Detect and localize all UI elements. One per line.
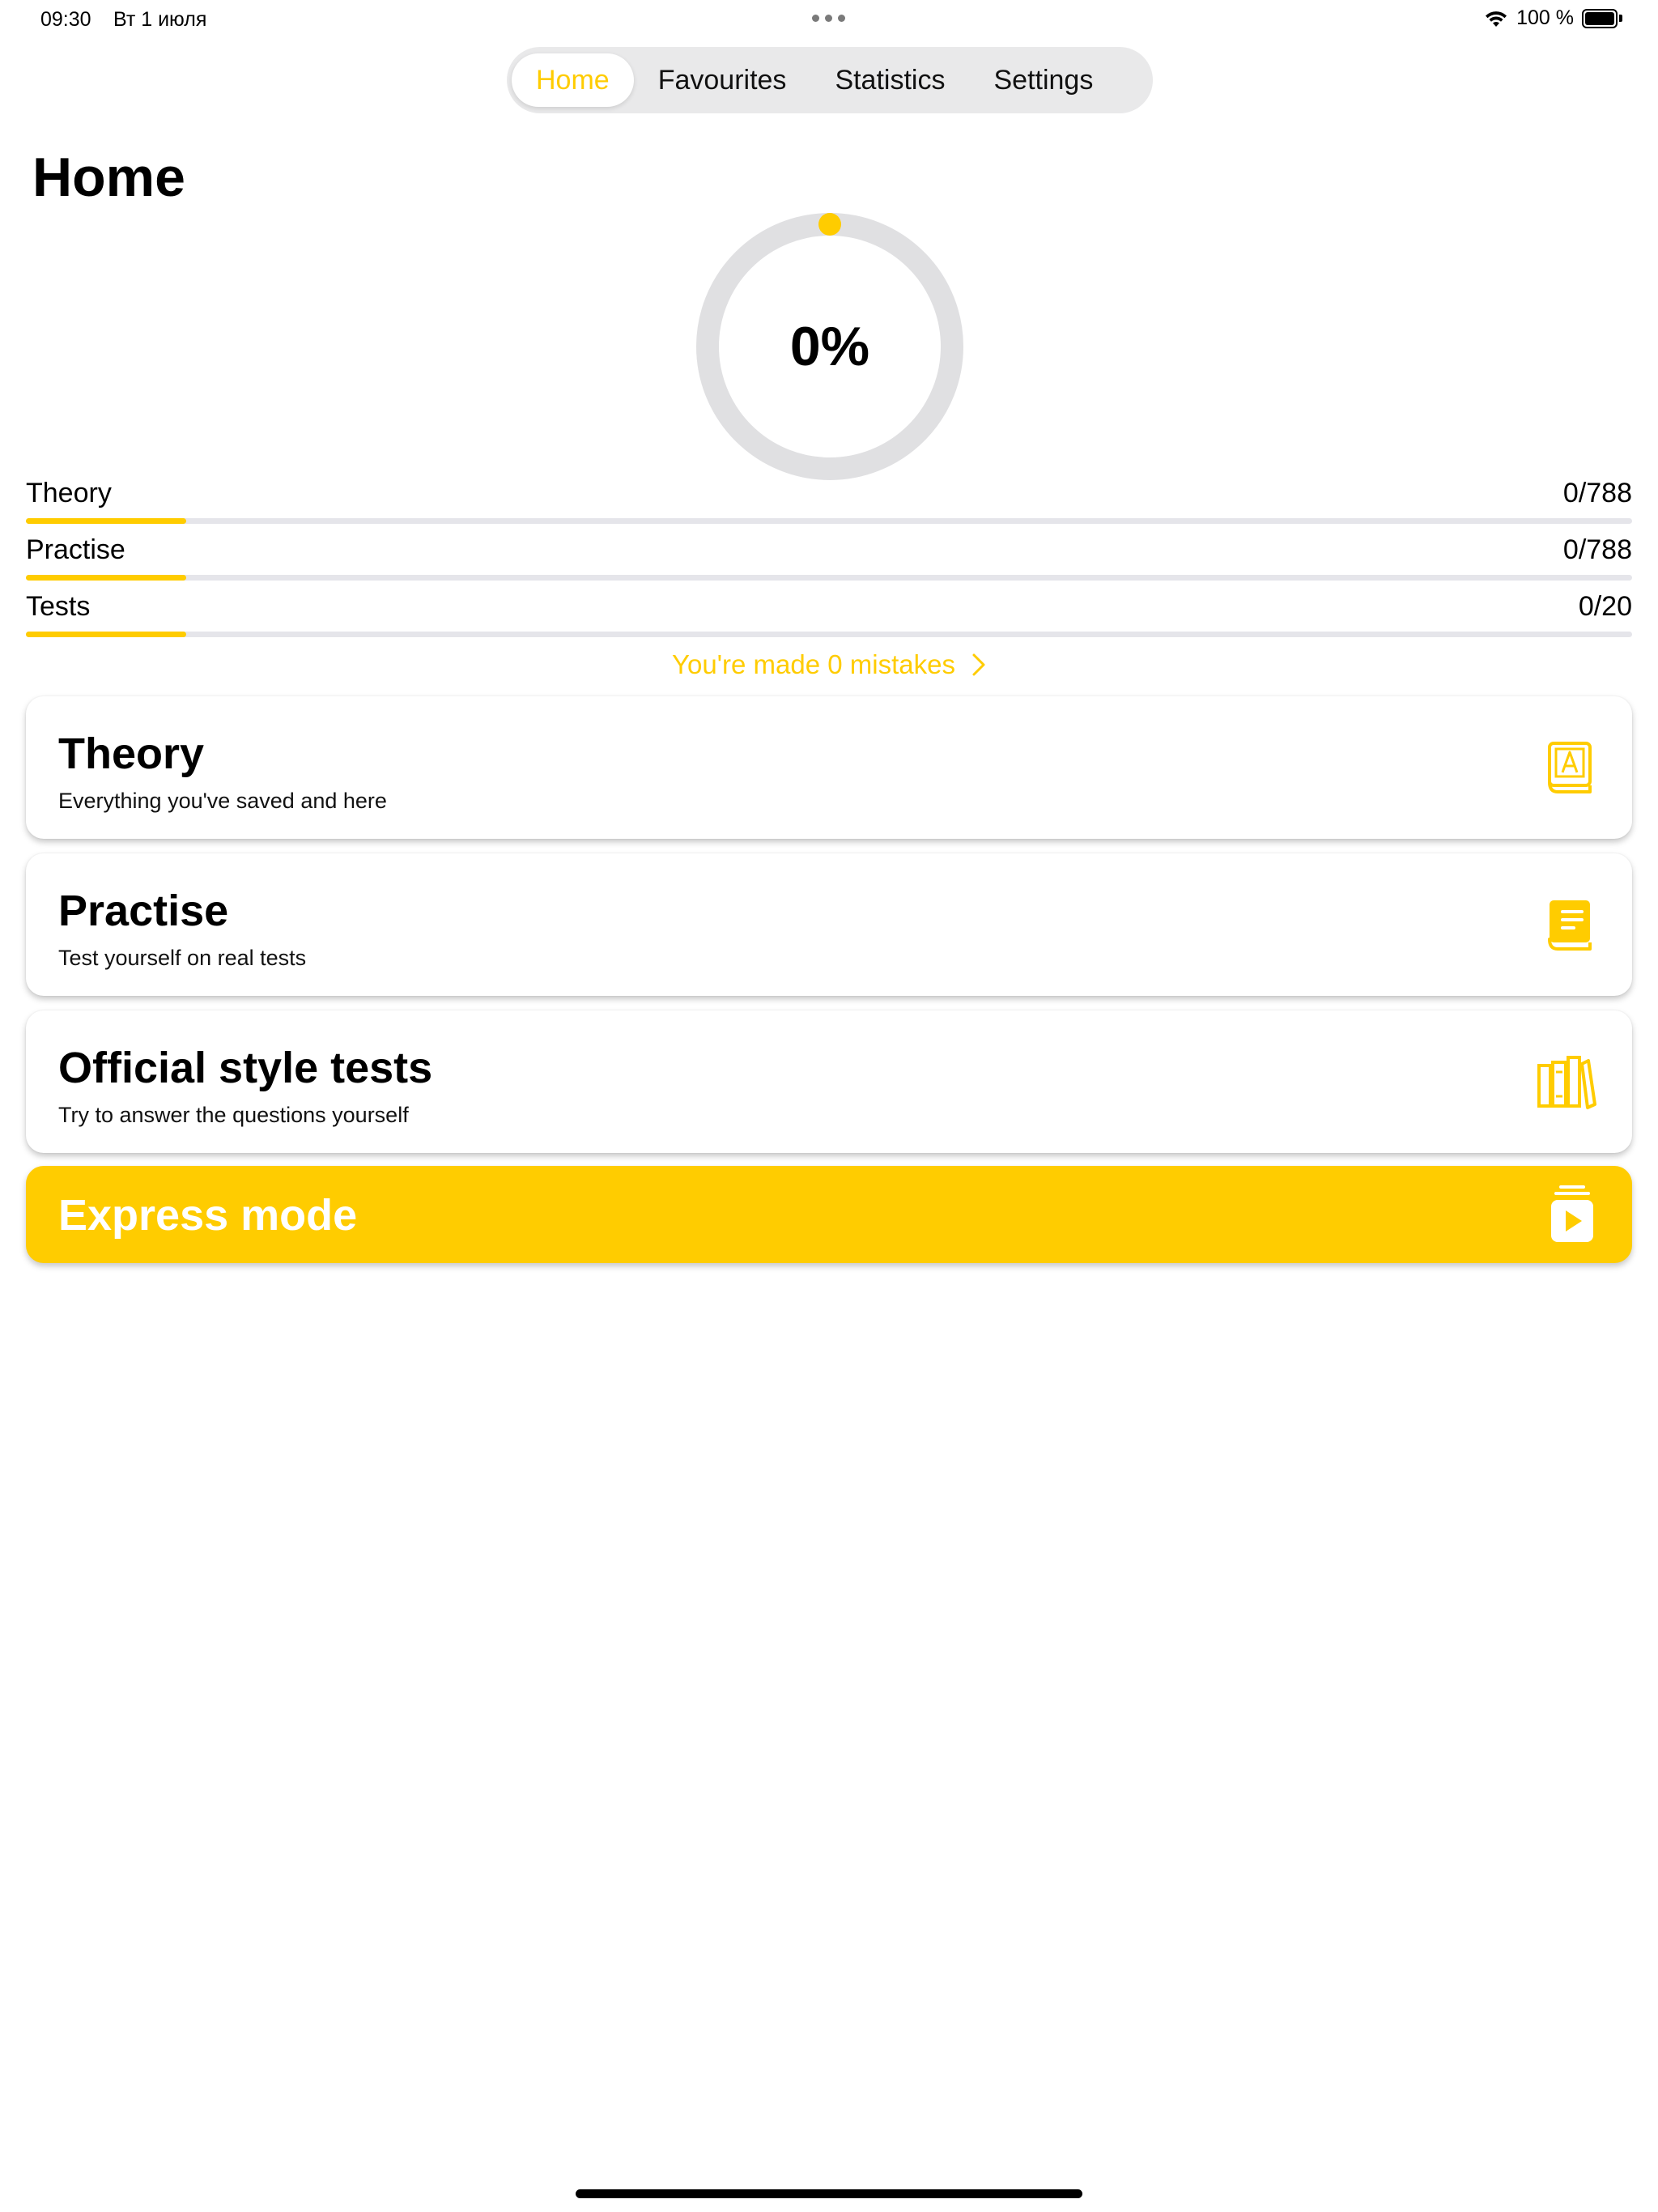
progress-label: Practise	[26, 534, 125, 565]
practise-card[interactable]: Practise Test yourself on real tests	[26, 853, 1632, 996]
tab-statistics[interactable]: Statistics	[810, 53, 969, 107]
card-title: Official style tests	[58, 1044, 433, 1092]
progress-track	[26, 575, 1632, 581]
progress-label: Theory	[26, 478, 112, 508]
tab-home[interactable]: Home	[512, 53, 634, 107]
progress-value: 0/788	[1562, 534, 1632, 565]
home-screen: 09:30 Вт 1 июля 100 % Home Favourites St…	[0, 0, 1658, 2212]
status-time: 09:30	[40, 8, 91, 31]
mistakes-link[interactable]: You're made 0 mistakes	[0, 644, 1658, 685]
express-title: Express mode	[58, 1191, 358, 1240]
progress-row-tests: Tests 0/20	[26, 591, 1632, 640]
status-date: Вт 1 июля	[113, 8, 207, 31]
progress-value: 0/788	[1562, 478, 1632, 508]
progress-row-theory: Theory 0/788	[26, 478, 1632, 526]
card-subtitle: Test yourself on real tests	[58, 946, 307, 970]
home-indicator[interactable]	[576, 2189, 1082, 2198]
card-subtitle: Everything you've saved and here	[58, 789, 387, 813]
books-shelf-icon	[1537, 1056, 1596, 1109]
status-bar: 09:30 Вт 1 июля 100 %	[0, 0, 1658, 40]
progress-value: 0/20	[1578, 591, 1632, 622]
status-indicators: 100 %	[1484, 6, 1622, 30]
overall-progress-label: 0%	[789, 316, 870, 377]
battery-icon	[1582, 8, 1622, 28]
progress-row-practise: Practise 0/788	[26, 534, 1632, 583]
multitasking-dots-icon[interactable]	[812, 15, 845, 22]
tab-favourites[interactable]: Favourites	[634, 53, 811, 107]
wifi-icon	[1486, 11, 1507, 27]
progress-fill	[26, 575, 187, 581]
battery-percent: 100 %	[1516, 6, 1574, 29]
progress-label: Tests	[26, 591, 91, 622]
progress-fill	[26, 518, 187, 524]
theory-card[interactable]: Theory Everything you've saved and here	[26, 696, 1632, 839]
official-tests-card[interactable]: Official style tests Try to answer the q…	[26, 1010, 1632, 1153]
page-title: Home	[32, 147, 185, 208]
card-title: Practise	[58, 887, 229, 935]
mistakes-label: You're made 0 mistakes	[672, 649, 955, 679]
card-title: Theory	[58, 730, 205, 778]
progress-track	[26, 632, 1632, 637]
theory-book-icon	[1548, 742, 1592, 793]
chevron-right-icon	[972, 653, 985, 676]
card-subtitle: Try to answer the questions yourself	[58, 1103, 409, 1127]
play-stack-icon	[1551, 1185, 1593, 1242]
practise-book-icon	[1548, 900, 1592, 951]
tab-bar: Home Favourites Statistics Settings	[507, 47, 1153, 113]
progress-fill	[26, 632, 187, 637]
progress-track	[26, 518, 1632, 524]
express-mode-button[interactable]: Express mode	[26, 1166, 1632, 1263]
tab-settings[interactable]: Settings	[969, 53, 1117, 107]
